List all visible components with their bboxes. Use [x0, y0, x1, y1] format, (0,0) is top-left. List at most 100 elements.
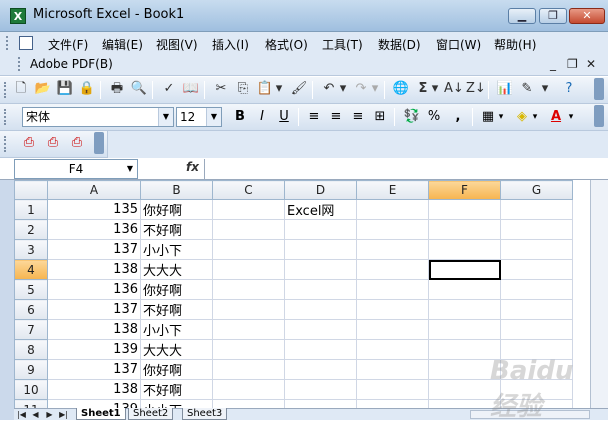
- cell[interactable]: [356, 399, 429, 408]
- convert-to-pdf-icon[interactable]: ⎙: [20, 134, 38, 152]
- cell[interactable]: 138: [47, 259, 141, 280]
- sort-ascending-icon[interactable]: A↓: [444, 80, 464, 98]
- row-header[interactable]: 11: [14, 399, 48, 408]
- comma-button[interactable]: ,: [448, 107, 468, 127]
- font-color-dropdown-icon[interactable]: ▾: [566, 107, 576, 127]
- chevron-down-icon[interactable]: ▼: [124, 161, 136, 177]
- row-header[interactable]: 8: [14, 339, 48, 360]
- cell[interactable]: [212, 219, 285, 240]
- cell[interactable]: 大大大: [140, 339, 213, 360]
- column-header-b[interactable]: B: [140, 180, 213, 200]
- cell[interactable]: 139: [47, 399, 141, 408]
- cell[interactable]: [284, 239, 357, 260]
- cell[interactable]: [284, 379, 357, 400]
- row-header[interactable]: 4: [14, 259, 48, 280]
- cell[interactable]: [212, 259, 285, 280]
- row-header[interactable]: 2: [14, 219, 48, 240]
- cell[interactable]: 小小下: [140, 239, 213, 260]
- cell[interactable]: [356, 199, 429, 220]
- cell[interactable]: 你好啊: [140, 359, 213, 380]
- cell[interactable]: [212, 399, 285, 408]
- cell[interactable]: [356, 219, 429, 240]
- row-header[interactable]: 9: [14, 359, 48, 380]
- cell[interactable]: 小小下: [140, 319, 213, 340]
- excel-icon[interactable]: X: [10, 8, 26, 24]
- first-sheet-icon[interactable]: |◀: [16, 409, 27, 420]
- cell[interactable]: [428, 319, 501, 340]
- print-preview-icon[interactable]: 🔍: [130, 80, 148, 98]
- row-header[interactable]: 7: [14, 319, 48, 340]
- chevron-down-icon[interactable]: ▼: [206, 108, 221, 126]
- cell[interactable]: [284, 339, 357, 360]
- toolbar-options-icon[interactable]: [94, 132, 104, 154]
- italic-button[interactable]: I: [252, 107, 272, 127]
- row-header[interactable]: 6: [14, 299, 48, 320]
- cell[interactable]: [500, 259, 573, 280]
- formula-input[interactable]: [204, 159, 608, 179]
- cell[interactable]: [284, 259, 357, 280]
- cell[interactable]: 137: [47, 299, 141, 320]
- cell[interactable]: [428, 279, 501, 300]
- cell[interactable]: 135: [47, 199, 141, 220]
- cell[interactable]: [356, 239, 429, 260]
- zoom-dropdown-icon[interactable]: ▾: [540, 80, 550, 98]
- minimize-icon[interactable]: ▁: [508, 8, 536, 24]
- cell[interactable]: [500, 299, 573, 320]
- cell[interactable]: 不好啊: [140, 219, 213, 240]
- grip-icon[interactable]: [18, 57, 21, 71]
- cut-icon[interactable]: ✂: [212, 80, 230, 98]
- format-painter-icon[interactable]: 🖌: [290, 80, 308, 98]
- cell[interactable]: [356, 379, 429, 400]
- sheet-tab-3[interactable]: Sheet3: [182, 408, 228, 420]
- cell[interactable]: [212, 299, 285, 320]
- autosum-dropdown-icon[interactable]: ▾: [430, 80, 440, 98]
- cell[interactable]: 不好啊: [140, 379, 213, 400]
- column-header-a[interactable]: A: [47, 180, 141, 200]
- align-center-icon[interactable]: ≡: [326, 107, 346, 127]
- redo-dropdown-icon[interactable]: ▾: [370, 80, 380, 98]
- paste-dropdown-icon[interactable]: ▾: [274, 80, 284, 98]
- column-header-e[interactable]: E: [356, 180, 429, 200]
- menu-format[interactable]: 格式(O): [265, 36, 308, 53]
- new-icon[interactable]: 🗋: [12, 80, 30, 98]
- undo-dropdown-icon[interactable]: ▾: [338, 80, 348, 98]
- grip-icon[interactable]: [4, 82, 7, 98]
- column-header-c[interactable]: C: [212, 180, 285, 200]
- cell[interactable]: 138: [47, 379, 141, 400]
- cell[interactable]: 138: [47, 319, 141, 340]
- percent-button[interactable]: %: [424, 107, 444, 127]
- cell[interactable]: Excel网: [284, 199, 357, 220]
- menu-tools[interactable]: 工具(T): [322, 36, 363, 53]
- open-icon[interactable]: 📂: [34, 80, 52, 98]
- cell[interactable]: [356, 359, 429, 380]
- redo-icon[interactable]: ↷: [352, 80, 370, 98]
- cell[interactable]: 139: [47, 339, 141, 360]
- menu-help[interactable]: 帮助(H): [494, 36, 536, 53]
- grip-icon[interactable]: [4, 109, 7, 125]
- sheet-tab-1[interactable]: Sheet1: [76, 408, 126, 420]
- cell[interactable]: [212, 319, 285, 340]
- cell[interactable]: [500, 239, 573, 260]
- menu-data[interactable]: 数据(D): [378, 36, 421, 53]
- merge-center-icon[interactable]: ⊞: [370, 107, 390, 127]
- menu-edit[interactable]: 编辑(E): [102, 36, 143, 53]
- help-icon[interactable]: ?: [560, 80, 578, 98]
- cell[interactable]: [428, 239, 501, 260]
- row-header[interactable]: 3: [14, 239, 48, 260]
- font-size-select[interactable]: 12 ▼: [176, 107, 222, 127]
- font-name-select[interactable]: 宋体 ▼: [22, 107, 174, 127]
- restore-icon[interactable]: ❐: [539, 8, 567, 24]
- cell[interactable]: 136: [47, 279, 141, 300]
- prev-sheet-icon[interactable]: ◀: [30, 409, 41, 420]
- bold-button[interactable]: B: [230, 107, 250, 127]
- toolbar-options-icon[interactable]: [594, 78, 604, 100]
- row-header[interactable]: 1: [14, 199, 48, 220]
- permission-icon[interactable]: 🔒: [78, 80, 96, 98]
- menu-adobe-pdf[interactable]: Adobe PDF(B): [30, 57, 113, 71]
- drawing-icon[interactable]: ✎: [518, 80, 536, 98]
- cell[interactable]: [212, 379, 285, 400]
- cell[interactable]: [428, 199, 501, 220]
- cell[interactable]: [500, 199, 573, 220]
- underline-button[interactable]: U: [274, 107, 294, 127]
- grip-icon[interactable]: [6, 36, 9, 50]
